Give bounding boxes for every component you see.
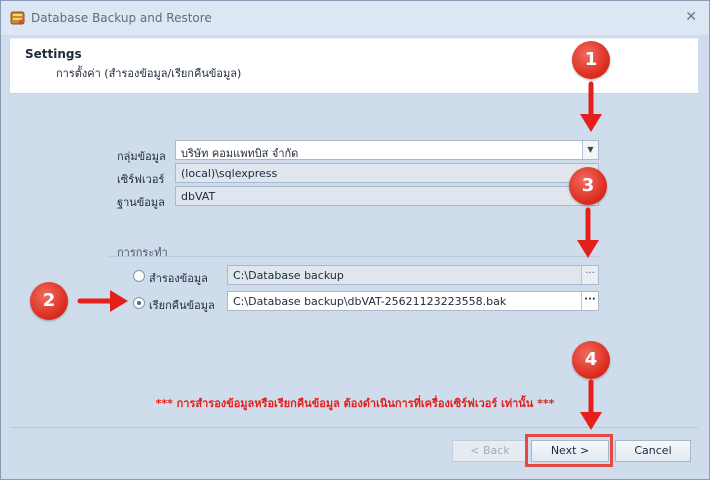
step-badge-3: 3 <box>569 167 607 205</box>
server-label: เซิร์ฟเวอร์ <box>117 173 165 186</box>
close-icon[interactable]: ✕ <box>685 9 697 25</box>
group-select-value: บริษัท คอมแพทบิส จำกัด <box>181 147 299 160</box>
arrow-right-icon <box>77 290 128 312</box>
group-label: กลุ่มข้อมูล <box>117 150 166 163</box>
restore-radio-label[interactable]: เรียกคืนข้อมูล <box>149 296 215 314</box>
page-subtitle: การตั้งค่า (สำรองข้อมูล/เรียกคืนข้อมูล) <box>56 67 242 80</box>
step-badge-2: 2 <box>30 282 68 320</box>
restore-radio[interactable] <box>133 297 145 309</box>
backup-path-value: C:\Database backup <box>233 269 344 282</box>
cancel-button[interactable]: Cancel <box>615 440 691 462</box>
step-badge-1: 1 <box>572 41 610 79</box>
chevron-down-icon[interactable]: ▼ <box>582 141 598 159</box>
ellipsis-icon[interactable]: ··· <box>581 292 598 310</box>
arrow-down-icon <box>580 379 602 430</box>
backup-radio[interactable] <box>133 270 145 282</box>
page-title: Settings <box>25 47 82 61</box>
database-label: ฐานข้อมูล <box>117 196 165 209</box>
step-badge-4: 4 <box>572 341 610 379</box>
server-value: (local)\sqlexpress <box>181 167 278 180</box>
ellipsis-icon[interactable]: ··· <box>581 266 598 284</box>
arrow-down-icon <box>577 207 599 258</box>
database-app-icon <box>10 11 25 25</box>
window-title: Database Backup and Restore <box>31 11 212 25</box>
backup-radio-label[interactable]: สำรองข้อมูล <box>149 269 208 287</box>
group-divider <box>109 256 599 257</box>
back-button[interactable]: < Back <box>452 440 528 462</box>
restore-path-field[interactable]: C:\Database backup\dbVAT-25621123223558.… <box>227 291 599 311</box>
title-bar[interactable]: Database Backup and Restore ✕ <box>1 1 709 35</box>
server-field[interactable]: (local)\sqlexpress <box>175 163 599 183</box>
group-select[interactable]: บริษัท คอมแพทบิส จำกัด ▼ <box>175 140 599 160</box>
action-group-title: การกระทำ <box>117 246 168 259</box>
next-highlight-box <box>525 434 613 467</box>
arrow-down-icon <box>580 81 602 132</box>
backup-path-field[interactable]: C:\Database backup ··· <box>227 265 599 285</box>
database-field[interactable]: dbVAT <box>175 186 599 206</box>
restore-path-value: C:\Database backup\dbVAT-25621123223558.… <box>233 295 507 308</box>
database-value: dbVAT <box>181 190 216 203</box>
